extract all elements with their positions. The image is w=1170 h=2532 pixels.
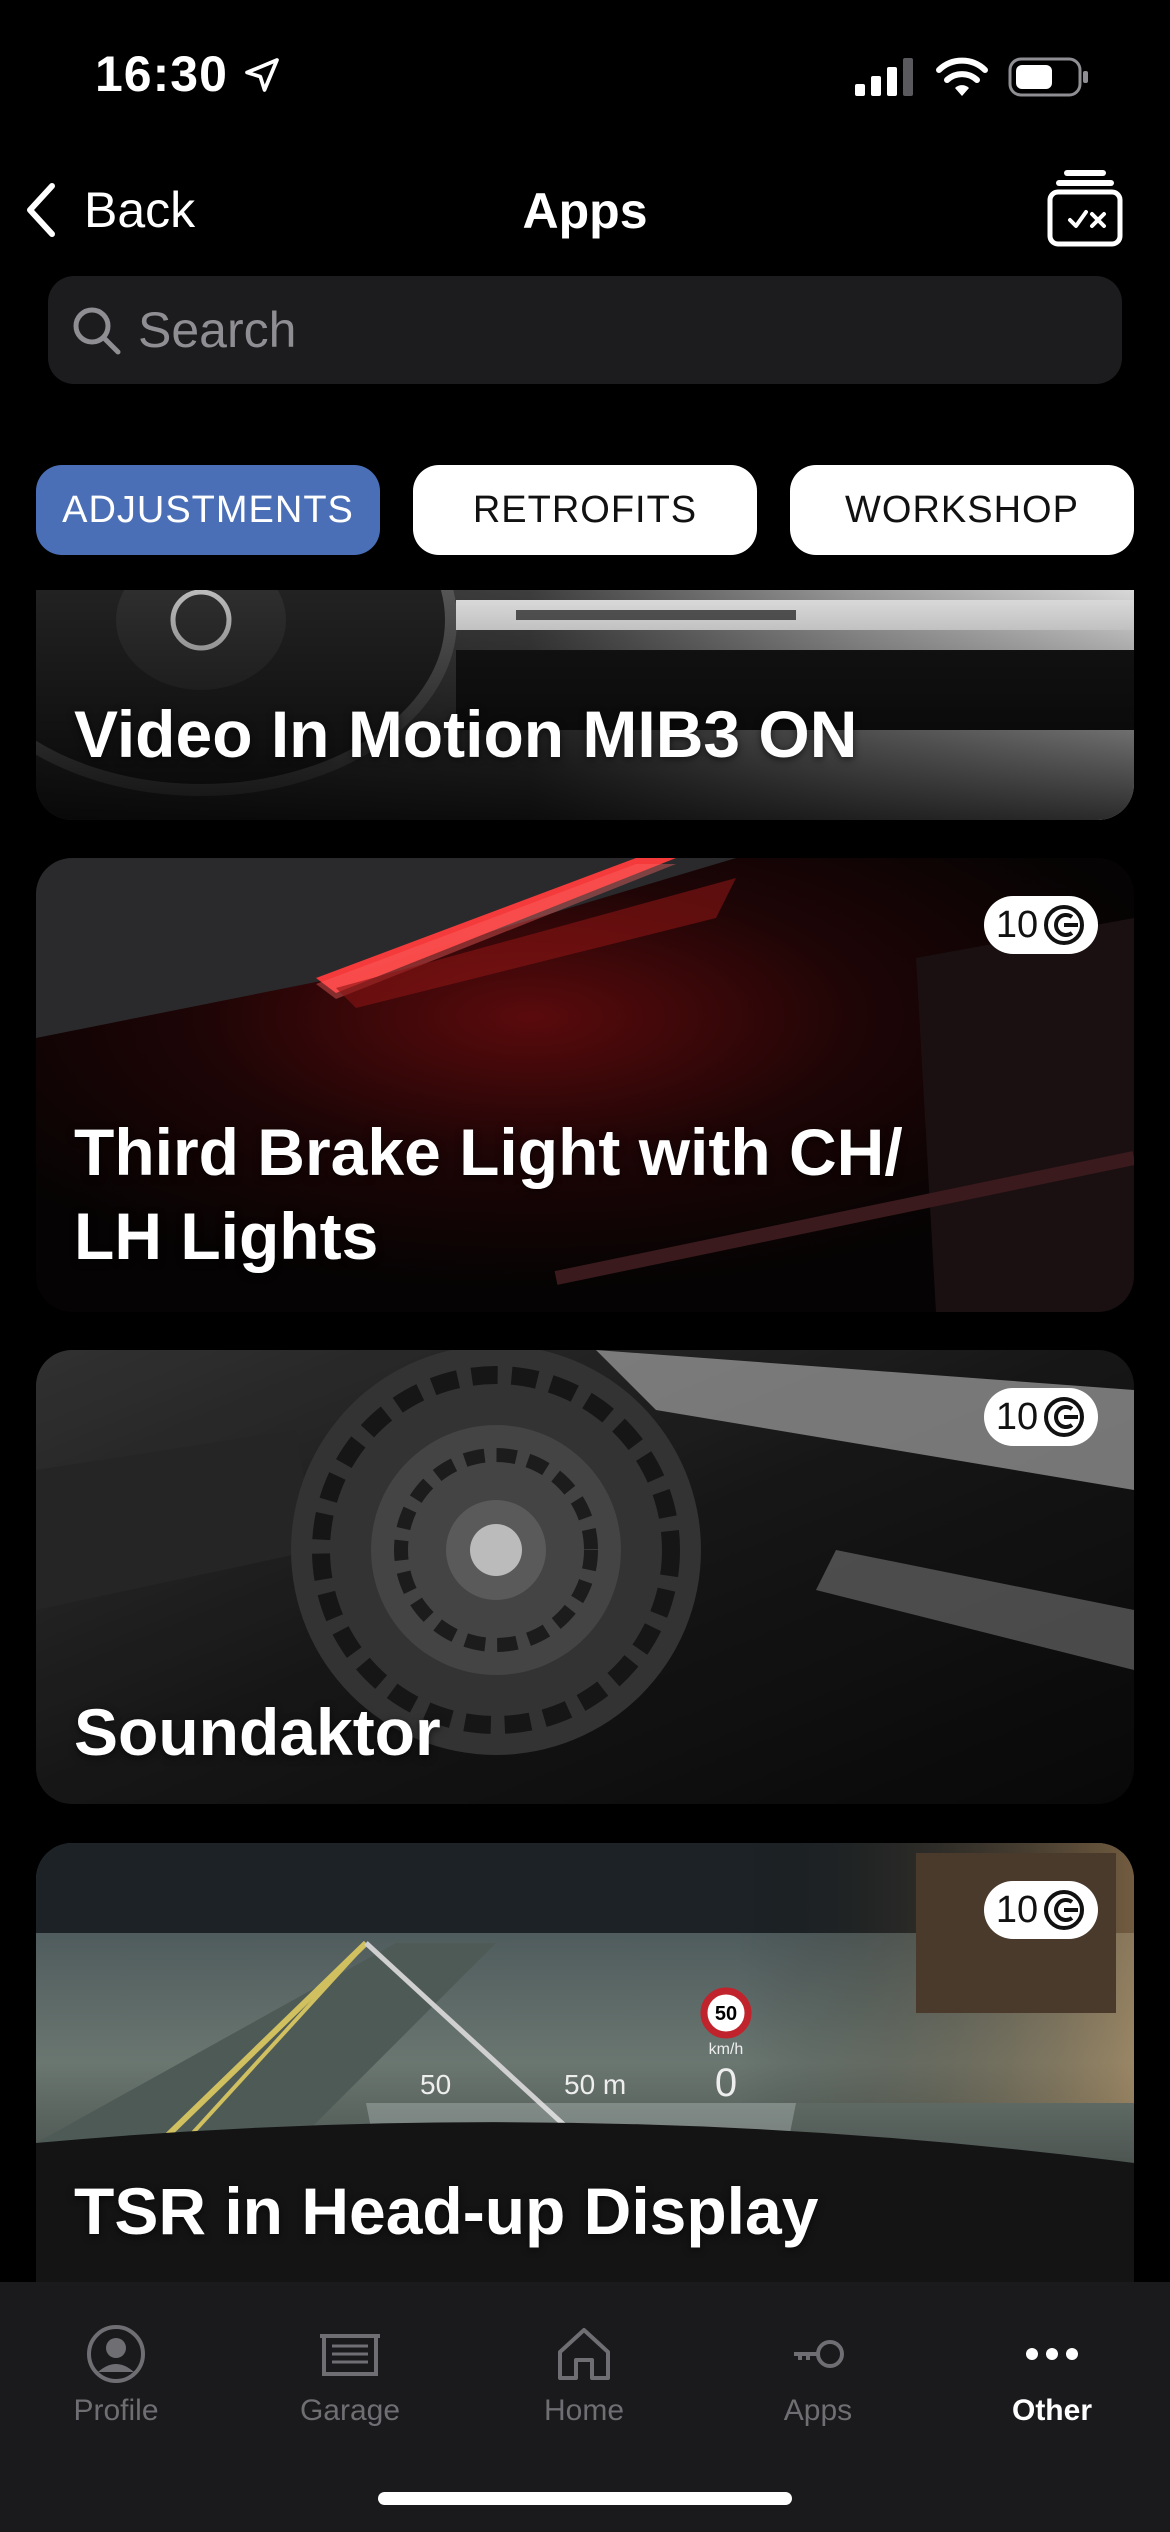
hud-current-speed: 0 — [714, 2061, 738, 2105]
card-title: Soundaktor — [74, 1695, 441, 1769]
calendar-check-icon[interactable] — [1046, 166, 1124, 248]
hud-unit: km/h — [708, 2041, 744, 2058]
tab-label: Profile — [73, 2394, 159, 2427]
garage-icon — [320, 2334, 380, 2376]
card-title-line2: LH Lights — [74, 1199, 379, 1273]
tab-garage[interactable]: Garage — [250, 2300, 450, 2430]
price-value: 10 — [995, 1888, 1039, 1931]
home-indicator — [378, 2492, 792, 2505]
search-bar[interactable] — [48, 276, 1122, 384]
card-title: Video In Motion MIB3 ON — [74, 697, 858, 771]
navigation-bar: Back Apps — [0, 160, 1170, 260]
price-badge: 10 — [984, 1388, 1098, 1446]
cellular-signal-icon — [855, 58, 913, 96]
price-value: 10 — [995, 903, 1039, 946]
coin-icon — [1044, 1890, 1085, 1930]
person-circle-icon — [87, 2325, 145, 2383]
location-arrow-icon — [245, 58, 279, 92]
app-card-soundaktor[interactable]: 10 Soundaktor — [36, 1350, 1134, 1804]
status-time: 16:30 — [95, 46, 228, 102]
tab-label: Apps — [783, 2394, 853, 2427]
price-badge: 10 — [984, 896, 1098, 954]
more-dots-icon — [1026, 2348, 1078, 2360]
apps-key-icon — [794, 2340, 844, 2368]
tab-apps[interactable]: Apps — [718, 2300, 918, 2430]
wifi-icon — [936, 57, 988, 96]
hud-speed-limit: 50 — [714, 2003, 738, 2025]
tab-label: Other — [1011, 2394, 1092, 2427]
app-card-third-brake-light[interactable]: 10 Third Brake Light with CH/ LH Lights — [36, 858, 1134, 1312]
tab-label: Home — [543, 2394, 625, 2427]
search-icon — [73, 307, 121, 355]
card-title-line1: Third Brake Light with CH/ — [74, 1115, 903, 1189]
tab-other[interactable]: Other — [952, 2300, 1152, 2430]
tab-home[interactable]: Home — [484, 2300, 684, 2430]
price-badge: 10 — [984, 1881, 1098, 1939]
search-input[interactable] — [136, 300, 1122, 360]
tab-adjustments[interactable]: ADJUSTMENTS — [36, 465, 380, 555]
price-value: 10 — [995, 1395, 1039, 1438]
app-card-video-in-motion[interactable]: Video In Motion MIB3 ON — [36, 590, 1134, 820]
home-icon — [558, 2328, 610, 2380]
tab-profile[interactable]: Profile — [16, 2300, 216, 2430]
hud-distance: 50 m — [564, 2069, 627, 2100]
app-card-tsr-head-up-display[interactable]: 10 50 km/h 0 50 50 m TSR in Head-up Disp… — [36, 1843, 1134, 2283]
status-bar: 16:30 — [0, 0, 1170, 150]
coin-icon — [1044, 1397, 1085, 1437]
battery-icon — [1008, 57, 1088, 97]
tab-workshop[interactable]: WORKSHOP — [790, 465, 1134, 555]
tab-retrofits[interactable]: RETROFITS — [413, 465, 757, 555]
coin-icon — [1044, 905, 1085, 945]
hud-cruise-speed: 50 — [420, 2069, 452, 2100]
tab-label: Garage — [299, 2394, 401, 2427]
card-title: TSR in Head-up Display — [74, 2174, 819, 2248]
page-title: Apps — [522, 183, 648, 239]
